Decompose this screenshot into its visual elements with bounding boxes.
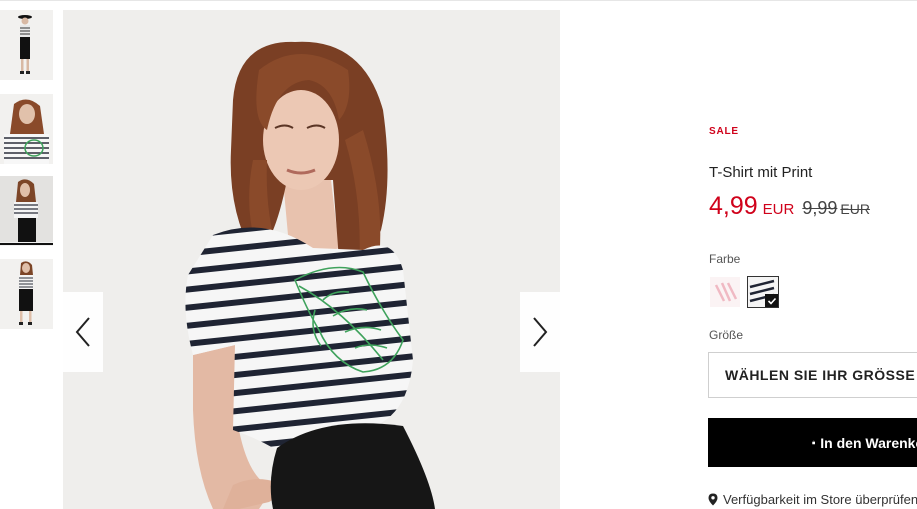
current-price-currency: EUR <box>762 201 795 218</box>
navy-stripe-swatch[interactable] <box>747 276 779 308</box>
current-price: 4,99 <box>709 192 758 220</box>
product-title: T-Shirt mit Print <box>709 164 813 181</box>
original-price: 9,99 <box>802 198 838 218</box>
size-label: Größe <box>709 328 744 342</box>
shopping-bag-icon <box>812 440 816 445</box>
pink-stripe-swatch[interactable] <box>709 276 741 308</box>
gallery-thumbnail-4[interactable] <box>0 259 53 329</box>
original-price-currency: EUR <box>840 201 870 217</box>
gallery-thumbnail-1[interactable] <box>0 10 53 80</box>
gallery-thumbnail-2[interactable] <box>0 94 53 164</box>
previous-image-button[interactable] <box>63 292 103 372</box>
add-to-cart-label: In den Warenkorb <box>820 434 917 451</box>
store-availability-label: Verfügbarkeit im Store überprüfen <box>723 492 917 507</box>
gallery-thumbnail-3-active[interactable] <box>0 176 53 246</box>
price-row: 4,99 EUR 9,99 EUR <box>709 192 870 221</box>
top-divider <box>0 0 917 1</box>
size-select[interactable]: WÄHLEN SIE IHR GRÖSSE <box>708 352 917 398</box>
location-pin-icon <box>708 493 718 506</box>
selected-check-icon <box>765 294 778 307</box>
main-product-image[interactable] <box>63 10 560 509</box>
sale-badge: SALE <box>709 126 739 137</box>
active-thumbnail-indicator <box>0 243 53 245</box>
next-image-button[interactable] <box>520 292 560 372</box>
add-to-cart-button[interactable]: In den Warenkorb <box>708 418 917 467</box>
store-availability-link[interactable]: Verfügbarkeit im Store überprüfen <box>708 492 917 507</box>
color-label: Farbe <box>709 252 741 266</box>
chevron-left-icon <box>75 317 90 347</box>
chevron-right-icon <box>533 317 548 347</box>
